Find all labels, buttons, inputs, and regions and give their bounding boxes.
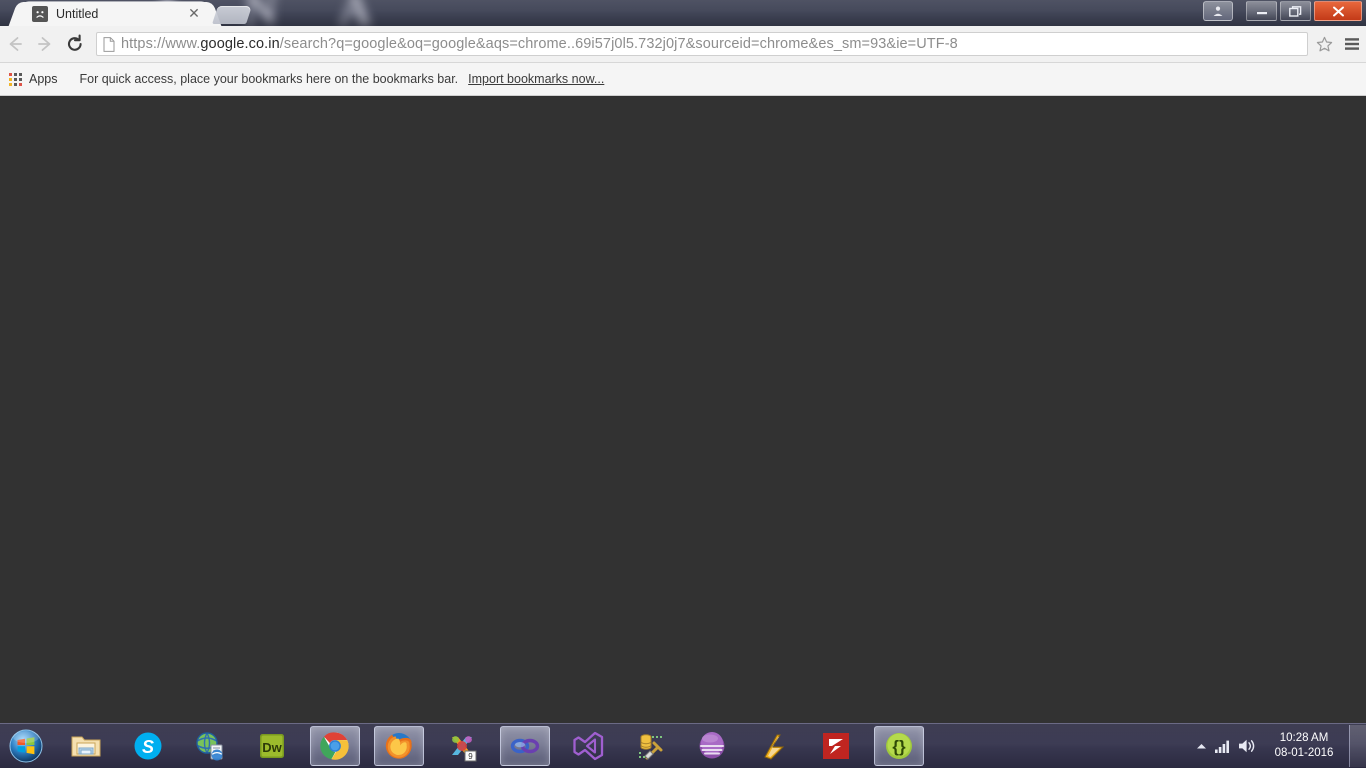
visual-studio-icon — [573, 731, 604, 761]
taskbar-item-sql-developer[interactable] — [500, 726, 550, 766]
svg-text:Dw: Dw — [262, 740, 282, 755]
taskbar-item-eclipse[interactable] — [688, 727, 736, 765]
close-icon[interactable]: ✕ — [186, 6, 202, 22]
minimize-button[interactable] — [1246, 1, 1277, 21]
window-controls — [1203, 1, 1362, 21]
taskbar-item-filezilla[interactable] — [812, 727, 860, 765]
reload-button[interactable] — [60, 29, 90, 59]
import-bookmarks-link[interactable]: Import bookmarks now... — [468, 72, 604, 86]
system-tray: 10:28 AM 08-01-2016 — [1191, 724, 1366, 768]
brackets-icon: {} — [886, 733, 912, 759]
xampp-badge-count: 9 — [468, 752, 473, 761]
taskbar-item-google-chrome[interactable] — [310, 726, 360, 766]
svg-text:S: S — [142, 737, 154, 757]
url-text: https://www.google.co.in/search?q=google… — [121, 36, 958, 52]
chrome-menu-icon[interactable] — [1338, 30, 1366, 58]
database-tools-icon — [639, 734, 663, 760]
bookmarks-bar: Apps For quick access, place your bookma… — [0, 63, 1366, 96]
desktop-screen: A N A Untitled ✕ — [0, 0, 1366, 768]
clock-time: 10:28 AM — [1279, 732, 1329, 744]
restore-button[interactable] — [1280, 1, 1311, 21]
url-host: google.co.in — [200, 36, 280, 52]
sad-face-icon — [32, 6, 48, 22]
apps-grid-icon[interactable] — [9, 72, 22, 86]
taskbar-item-visual-studio[interactable] — [564, 727, 612, 765]
taskbar-item-file-explorer[interactable] — [62, 727, 110, 765]
clock-date: 08-01-2016 — [1274, 747, 1334, 759]
bookmark-star-icon[interactable] — [1310, 30, 1338, 58]
show-hidden-icons-button[interactable] — [1191, 726, 1211, 766]
xampp-icon: 9 — [452, 736, 477, 762]
network-globe-icon — [196, 732, 223, 761]
file-explorer-icon — [71, 736, 101, 757]
apps-label[interactable]: Apps — [29, 72, 58, 86]
close-window-button[interactable] — [1314, 1, 1362, 21]
url-path: /search?q=google&oq=google&aqs=chrome..6… — [279, 36, 958, 52]
taskbar-item-skype[interactable]: S — [124, 727, 172, 765]
eclipse-icon — [699, 732, 725, 759]
browser-toolbar: https://www.google.co.in/search?q=google… — [0, 26, 1366, 63]
user-avatar[interactable] — [1203, 1, 1233, 21]
url-scheme: https://www. — [121, 36, 201, 52]
taskbar-item-network-center[interactable] — [186, 727, 234, 765]
new-tab-button[interactable] — [212, 6, 252, 24]
infinity-loop-icon — [510, 738, 540, 754]
taskbar-item-mozilla-firefox[interactable] — [374, 726, 424, 766]
taskbar-item-brackets[interactable]: {} — [874, 726, 924, 766]
filezilla-icon — [823, 733, 849, 759]
dreamweaver-icon: Dw — [260, 734, 284, 758]
windows-taskbar: S Dw 9 {} 10:28 AM 08-01-2016 — [0, 723, 1366, 768]
browser-title-bar[interactable]: A N A Untitled ✕ — [0, 0, 1366, 26]
document-icon — [103, 36, 115, 52]
start-button[interactable] — [4, 726, 48, 766]
taskbar-item-xampp-control[interactable]: 9 — [438, 727, 486, 765]
back-button[interactable] — [0, 29, 30, 59]
page-content-area[interactable] — [0, 97, 1366, 724]
bookmarks-hint-text: For quick access, place your bookmarks h… — [79, 72, 459, 86]
clock[interactable]: 10:28 AM 08-01-2016 — [1265, 731, 1343, 761]
tab-title: Untitled — [56, 7, 99, 21]
svg-text:{}: {} — [892, 737, 906, 756]
taskbar-item-dreamweaver[interactable]: Dw — [248, 727, 296, 765]
forward-button[interactable] — [30, 29, 60, 59]
taskbar-item-db-tools[interactable] — [626, 727, 674, 765]
network-signal-icon[interactable] — [1211, 726, 1235, 766]
show-desktop-button[interactable] — [1349, 725, 1366, 767]
taskbar-item-winamp[interactable] — [750, 727, 798, 765]
volume-icon[interactable] — [1235, 726, 1259, 766]
winamp-icon — [764, 734, 785, 760]
chrome-icon — [320, 732, 349, 760]
browser-tab[interactable]: Untitled ✕ — [22, 2, 208, 26]
taskbar-items: S Dw 9 {} — [62, 726, 938, 766]
skype-icon: S — [134, 732, 162, 760]
address-bar[interactable]: https://www.google.co.in/search?q=google… — [96, 32, 1308, 56]
firefox-icon — [385, 733, 412, 759]
